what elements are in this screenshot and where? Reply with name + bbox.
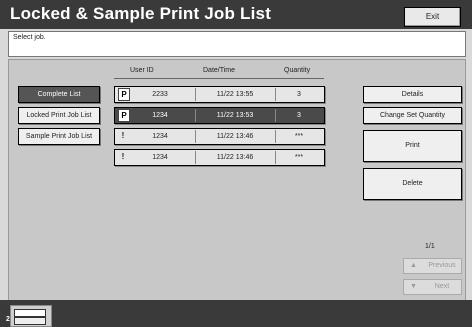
filter-sample-print-job-list-button[interactable]: Sample Print Job List xyxy=(18,128,100,145)
page-title: Locked & Sample Print Job List xyxy=(10,4,272,23)
previous-page-button[interactable]: ▲ Previous xyxy=(403,258,462,274)
up-triangle-icon: ▲ xyxy=(410,262,417,269)
job-user-id: 2233 xyxy=(152,91,168,98)
filter-complete-list-button[interactable]: Complete List xyxy=(18,86,100,103)
previous-label: Previous xyxy=(428,262,456,269)
job-date-time: 11/22 13:55 xyxy=(216,91,254,98)
instruction-box: Select job. xyxy=(8,31,466,57)
job-row-selected[interactable]: P 1234 11/22 13:53 3 xyxy=(114,107,325,124)
job-date-time: 11/22 13:46 xyxy=(216,133,254,140)
job-user-id: 1234 xyxy=(152,133,168,140)
cell-divider xyxy=(195,109,196,122)
cell-divider xyxy=(275,151,276,164)
paper-tray-icon[interactable]: 2 xyxy=(6,305,52,327)
job-row[interactable]: P 2233 11/22 13:55 3 xyxy=(114,86,325,103)
filter-locked-print-job-list-button[interactable]: Locked Print Job List xyxy=(18,107,100,124)
page-indicator: 1/1 xyxy=(425,243,435,250)
instruction-text: Select job. xyxy=(13,34,46,41)
cell-divider xyxy=(275,109,276,122)
next-page-button[interactable]: ▼ Next xyxy=(403,279,462,295)
cell-divider xyxy=(275,130,276,143)
job-user-id: 1234 xyxy=(152,154,168,161)
job-user-id: 1234 xyxy=(152,112,168,119)
down-triangle-icon: ▼ xyxy=(410,283,417,290)
column-header-quantity: Quantity xyxy=(284,67,311,74)
column-header-user-id: User ID xyxy=(130,67,154,74)
cell-divider xyxy=(195,88,196,101)
job-row[interactable]: ! 1234 11/22 13:46 *** xyxy=(114,128,325,145)
job-quantity: 3 xyxy=(297,112,301,119)
tray-number: 2 xyxy=(6,316,10,323)
sample-print-warning-icon: ! xyxy=(121,131,125,140)
tray-slot xyxy=(14,317,46,325)
job-row[interactable]: ! 1234 11/22 13:46 *** xyxy=(114,149,325,166)
next-label: Next xyxy=(434,283,450,290)
job-quantity: *** xyxy=(294,154,304,161)
print-button[interactable]: Print xyxy=(363,130,462,162)
cell-divider xyxy=(195,130,196,143)
job-quantity: 3 xyxy=(297,91,301,98)
change-set-quantity-button[interactable]: Change Set Quantity xyxy=(363,107,462,124)
exit-button[interactable]: Exit xyxy=(404,7,461,27)
status-bar: 2 xyxy=(0,300,472,327)
details-button[interactable]: Details xyxy=(363,86,462,103)
locked-print-icon: P xyxy=(118,109,130,122)
job-quantity: *** xyxy=(294,133,304,140)
column-header-date-time: Date/Time xyxy=(203,67,236,74)
tray-slot xyxy=(14,309,46,317)
delete-button[interactable]: Delete xyxy=(363,168,462,200)
title-bar: Locked & Sample Print Job List Exit xyxy=(0,0,472,29)
sample-print-warning-icon: ! xyxy=(121,152,125,161)
cell-divider xyxy=(195,151,196,164)
cell-divider xyxy=(275,88,276,101)
header-divider xyxy=(114,78,324,79)
job-date-time: 11/22 13:46 xyxy=(216,154,254,161)
job-date-time: 11/22 13:53 xyxy=(216,112,254,119)
locked-print-icon: P xyxy=(118,88,130,101)
